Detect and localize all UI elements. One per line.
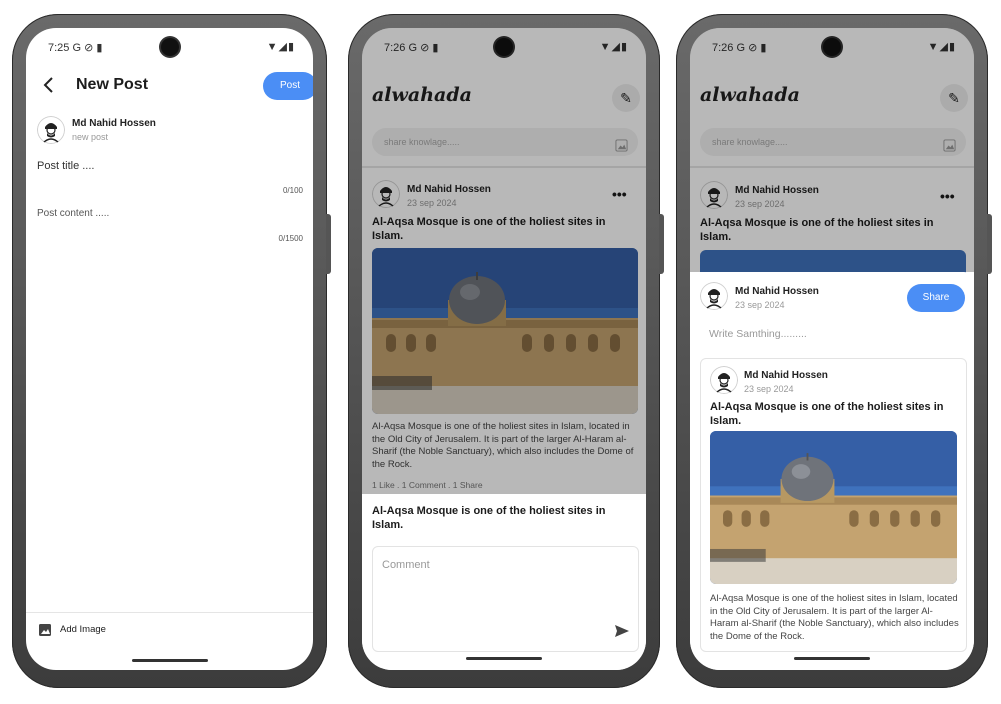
camera-cutout xyxy=(160,38,179,56)
status-icons: ▼◢▮ xyxy=(266,41,295,53)
avatar xyxy=(37,116,65,144)
status-bar: 7:25 G ⊘ ▮ ▼◢▮ xyxy=(26,28,313,68)
share-button[interactable]: Share xyxy=(907,284,965,312)
avatar xyxy=(700,282,728,310)
share-sheet: Md Nahid Hossen 23 sep 2024 Share Write … xyxy=(690,272,974,670)
status-time: 7:25 G ⊘ ▮ xyxy=(48,42,103,54)
footer-divider xyxy=(26,612,313,613)
home-indicator xyxy=(466,657,542,660)
home-indicator xyxy=(794,657,870,660)
card-body: Al-Aqsa Mosque is one of the holiest sit… xyxy=(710,593,959,642)
modal-overlay[interactable] xyxy=(362,28,646,494)
phone-new-post: 7:25 G ⊘ ▮ ▼◢▮ New Post Post Md Nahid Ho… xyxy=(12,14,331,688)
arrow-left-icon[interactable] xyxy=(38,74,60,96)
card-date: 23 sep 2024 xyxy=(744,384,794,394)
send-icon[interactable] xyxy=(614,624,630,643)
share-screen: 7:26 G ⊘ ▮ ▼◢▮ alwahada ✎ share knowlage… xyxy=(690,28,974,670)
page-title: New Post xyxy=(76,76,149,93)
image-icon xyxy=(38,623,52,642)
avatar xyxy=(710,366,738,394)
sharer-name: Md Nahid Hossen xyxy=(735,286,819,297)
add-image-label: Add Image xyxy=(60,624,106,635)
phone-comment: 7:26 G ⊘ ▮ ▼◢▮ alwahada ✎ share knowlage… xyxy=(348,14,664,688)
comment-sheet: Al-Aqsa Mosque is one of the holiest sit… xyxy=(362,494,646,670)
post-title-input[interactable]: Post title .... xyxy=(37,160,94,172)
author-name: Md Nahid Hossen xyxy=(72,118,156,129)
shared-post-card: Md Nahid Hossen 23 sep 2024 Al-Aqsa Mosq… xyxy=(700,358,967,652)
home-indicator xyxy=(131,659,208,662)
title-counter: 0/100 xyxy=(282,186,303,195)
modal-overlay[interactable] xyxy=(690,28,974,272)
comment-screen: 7:26 G ⊘ ▮ ▼◢▮ alwahada ✎ share knowlage… xyxy=(362,28,646,670)
card-title: Al-Aqsa Mosque is one of the holiest sit… xyxy=(710,401,944,427)
content-counter: 0/1500 xyxy=(278,234,303,243)
phone-share: 7:26 G ⊘ ▮ ▼◢▮ alwahada ✎ share knowlage… xyxy=(676,14,992,688)
card-image xyxy=(710,431,957,584)
comment-placeholder: Comment xyxy=(382,559,430,571)
post-content-input[interactable]: Post content ..... xyxy=(37,208,109,219)
sheet-title: Al-Aqsa Mosque is one of the holiest sit… xyxy=(372,505,606,531)
post-button[interactable]: Post xyxy=(263,72,313,100)
write-input[interactable]: Write Samthing......... xyxy=(709,328,807,340)
author-subtitle: new post xyxy=(72,132,109,142)
new-post-screen: 7:25 G ⊘ ▮ ▼◢▮ New Post Post Md Nahid Ho… xyxy=(26,28,313,670)
sharer-date: 23 sep 2024 xyxy=(735,300,785,310)
comment-input[interactable]: Comment xyxy=(372,546,639,652)
card-author: Md Nahid Hossen xyxy=(744,370,828,381)
